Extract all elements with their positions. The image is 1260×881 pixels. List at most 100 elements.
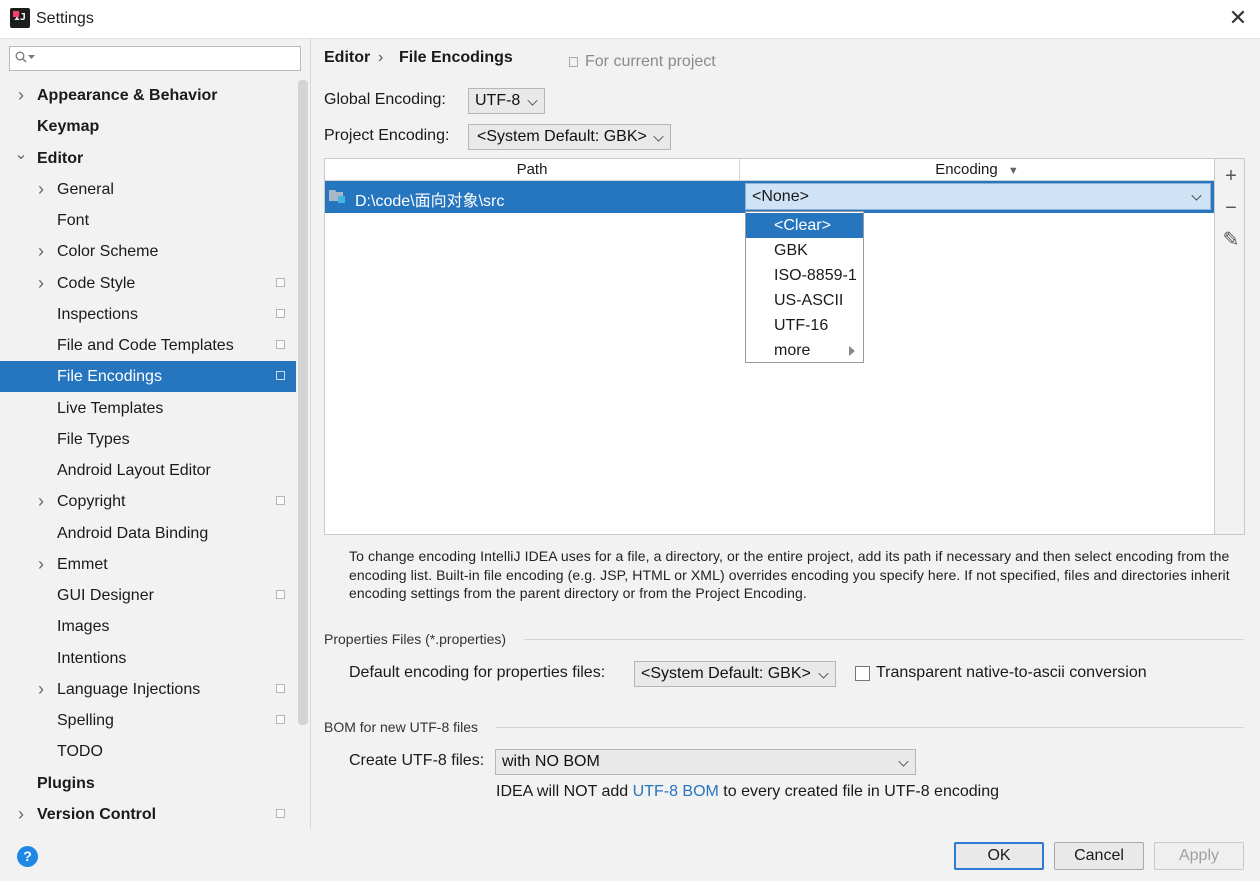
row-encoding-value: <None> bbox=[752, 188, 809, 205]
row-path-cell[interactable]: D:\code\面向对象\src bbox=[355, 187, 504, 211]
properties-section-title: Properties Files (*.properties) bbox=[324, 631, 507, 647]
properties-default-label: Default encoding for properties files: bbox=[349, 664, 606, 681]
sort-descending-icon: ▼ bbox=[1007, 165, 1019, 177]
project-scope-icon bbox=[569, 57, 578, 67]
dropdown-option-clear[interactable]: <Clear> bbox=[746, 213, 863, 238]
chevron-right-icon[interactable]: › bbox=[34, 486, 48, 517]
submenu-arrow-icon bbox=[849, 346, 855, 356]
sidebar-item-file-types[interactable]: File Types bbox=[0, 424, 296, 455]
column-header-encoding-label: Encoding bbox=[935, 161, 998, 178]
search-icon bbox=[15, 51, 27, 63]
dropdown-option-iso-8859-1[interactable]: ISO-8859-1 bbox=[746, 263, 863, 288]
chevron-down-icon bbox=[818, 668, 829, 679]
close-window-button[interactable]: ✕ bbox=[1224, 4, 1252, 32]
chevron-right-icon[interactable]: › bbox=[34, 268, 48, 299]
window-title: Settings bbox=[36, 10, 94, 27]
section-divider bbox=[496, 727, 1244, 728]
sidebar-item-copyright[interactable]: › Copyright bbox=[0, 486, 296, 517]
add-icon[interactable]: + bbox=[1219, 164, 1243, 188]
sidebar-scrollbar[interactable] bbox=[298, 80, 308, 725]
project-scope-icon bbox=[276, 277, 285, 287]
chevron-right-icon[interactable]: › bbox=[34, 549, 48, 580]
sidebar-item-label: GUI Designer bbox=[57, 587, 154, 604]
sidebar-item-font[interactable]: Font bbox=[0, 205, 296, 236]
sidebar-item-language-injections[interactable]: › Language Injections bbox=[0, 674, 296, 705]
row-encoding-select[interactable]: <None> bbox=[745, 183, 1211, 210]
sidebar-item-keymap[interactable]: Keymap bbox=[0, 111, 296, 142]
create-utf8-label: Create UTF-8 files: bbox=[349, 752, 485, 769]
project-encoding-value: <System Default: GBK> bbox=[477, 128, 647, 145]
chevron-down-icon[interactable]: ⌄ bbox=[14, 139, 28, 170]
chevron-down-icon bbox=[1191, 190, 1202, 201]
sidebar-item-label: Language Injections bbox=[57, 680, 201, 698]
project-scope-icon bbox=[276, 371, 285, 381]
folder-icon bbox=[329, 190, 345, 203]
settings-search-input[interactable] bbox=[9, 46, 301, 71]
sidebar-item-images[interactable]: Images bbox=[0, 611, 296, 642]
breadcrumb-editor[interactable]: Editor bbox=[324, 49, 370, 67]
native-to-ascii-label[interactable]: Transparent native-to-ascii conversion bbox=[876, 664, 1147, 682]
sidebar-item-general[interactable]: › General bbox=[0, 174, 296, 205]
sidebar-item-label: Editor bbox=[37, 149, 84, 167]
sidebar-item-file-and-code-templates[interactable]: File and Code Templates bbox=[0, 330, 296, 361]
sidebar-item-appearance-behavior[interactable]: › Appearance & Behavior bbox=[0, 80, 296, 111]
sidebar-item-label: Android Data Binding bbox=[57, 524, 209, 542]
project-encoding-select[interactable]: <System Default: GBK> bbox=[468, 124, 671, 150]
sidebar-item-plugins[interactable]: Plugins bbox=[0, 768, 296, 799]
dropdown-option-utf-16[interactable]: UTF-16 bbox=[746, 313, 863, 338]
sidebar-item-label: Inspections bbox=[57, 305, 138, 323]
chevron-right-icon[interactable]: › bbox=[34, 674, 48, 705]
sidebar-item-live-templates[interactable]: Live Templates bbox=[0, 393, 296, 424]
chevron-right-icon[interactable]: › bbox=[14, 799, 28, 830]
chevron-right-icon[interactable]: › bbox=[14, 80, 28, 111]
search-options-chevron-icon[interactable] bbox=[28, 55, 35, 60]
chevron-down-icon bbox=[653, 131, 664, 142]
sidebar-item-android-data-binding[interactable]: Android Data Binding bbox=[0, 518, 296, 549]
sidebar-item-emmet[interactable]: › Emmet bbox=[0, 549, 296, 580]
sidebar-item-inspections[interactable]: Inspections bbox=[0, 299, 296, 330]
project-scope-icon bbox=[276, 340, 285, 349]
sidebar-item-version-control[interactable]: › Version Control bbox=[0, 799, 296, 830]
sidebar-item-label: Color Scheme bbox=[57, 243, 159, 261]
sidebar-item-label: File Types bbox=[57, 430, 130, 448]
sidebar-item-gui-designer[interactable]: GUI Designer bbox=[0, 580, 296, 611]
sidebar-item-editor[interactable]: ⌄ Editor bbox=[0, 143, 296, 174]
project-scope-icon bbox=[276, 683, 285, 693]
sidebar-item-code-style[interactable]: › Code Style bbox=[0, 268, 296, 299]
sidebar-item-color-scheme[interactable]: › Color Scheme bbox=[0, 236, 296, 267]
project-scope-icon bbox=[276, 308, 285, 318]
sidebar-item-todo[interactable]: TODO bbox=[0, 736, 296, 767]
sidebar-item-label: Version Control bbox=[37, 805, 157, 823]
chevron-right-icon[interactable]: › bbox=[34, 236, 48, 267]
intellij-app-icon: IJ bbox=[10, 8, 30, 28]
utf8-bom-link[interactable]: UTF-8 BOM bbox=[633, 783, 719, 800]
help-icon[interactable]: ? bbox=[17, 846, 38, 867]
dropdown-option-gbk[interactable]: GBK bbox=[746, 238, 863, 263]
chevron-right-icon[interactable]: › bbox=[34, 174, 48, 205]
column-header-encoding[interactable]: Encoding ▼ bbox=[740, 159, 1214, 181]
project-encoding-label: Project Encoding: bbox=[324, 127, 450, 144]
chevron-down-icon bbox=[527, 95, 538, 106]
native-to-ascii-checkbox[interactable] bbox=[855, 666, 870, 681]
ok-button[interactable]: OK bbox=[954, 842, 1044, 870]
properties-encoding-select[interactable]: <System Default: GBK> bbox=[634, 661, 836, 687]
chevron-down-icon bbox=[898, 756, 909, 767]
edit-icon[interactable]: ✎ bbox=[1219, 228, 1243, 252]
cancel-button[interactable]: Cancel bbox=[1054, 842, 1144, 870]
project-scope-icon bbox=[276, 715, 285, 724]
remove-icon[interactable]: − bbox=[1219, 196, 1243, 220]
column-header-path[interactable]: Path bbox=[325, 159, 739, 181]
scope-note: For current project bbox=[585, 53, 716, 70]
global-encoding-select[interactable]: UTF-8 bbox=[468, 88, 545, 114]
bom-select[interactable]: with NO BOM bbox=[495, 749, 916, 775]
sidebar-item-file-encodings[interactable]: File Encodings bbox=[0, 361, 296, 393]
dropdown-option-more[interactable]: more bbox=[746, 338, 863, 363]
sidebar-item-label: File Encodings bbox=[57, 368, 162, 386]
sidebar-item-spelling[interactable]: Spelling bbox=[0, 705, 296, 736]
sidebar-item-label: Plugins bbox=[37, 774, 95, 792]
sidebar-item-label: Images bbox=[57, 618, 110, 636]
dropdown-option-us-ascii[interactable]: US-ASCII bbox=[746, 288, 863, 313]
sidebar-item-intentions[interactable]: Intentions bbox=[0, 643, 296, 674]
sidebar-item-android-layout-editor[interactable]: Android Layout Editor bbox=[0, 455, 296, 486]
apply-button[interactable]: Apply bbox=[1154, 842, 1244, 870]
